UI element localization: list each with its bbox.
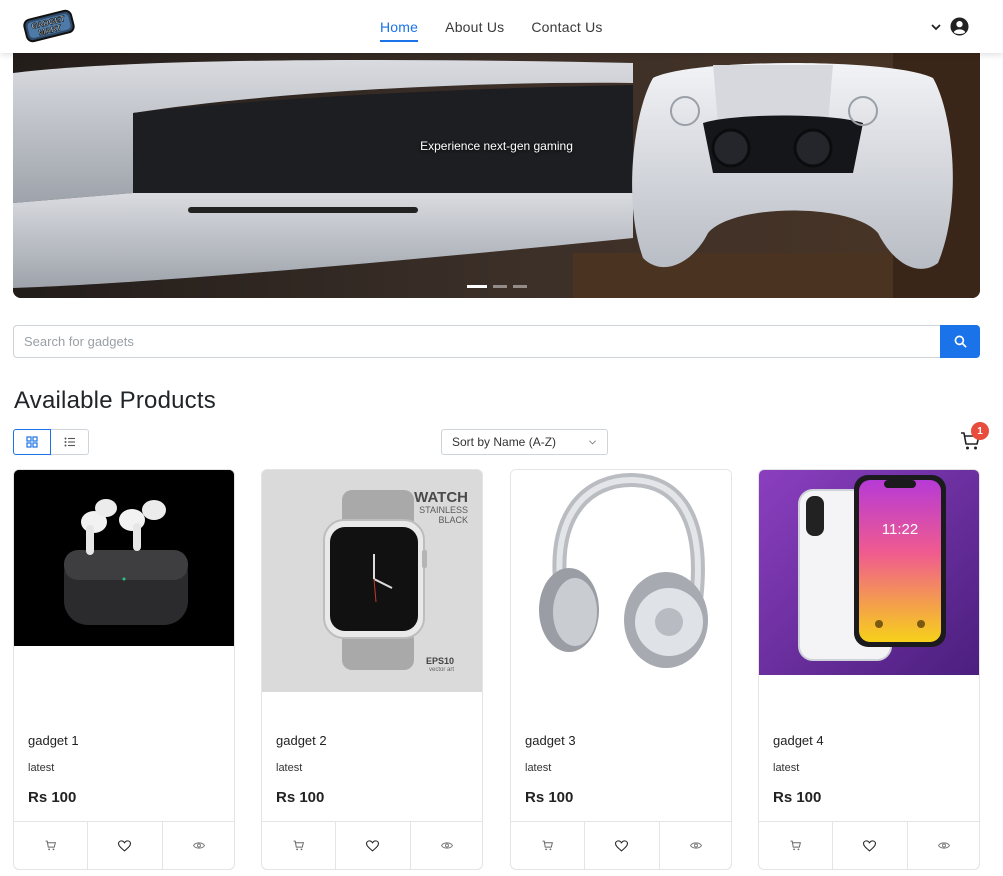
eye-icon bbox=[938, 842, 951, 849]
svg-text:STAINLESS: STAINLESS bbox=[419, 505, 468, 515]
heart-icon bbox=[366, 839, 380, 852]
add-to-cart-button[interactable] bbox=[262, 822, 337, 869]
wishlist-button[interactable] bbox=[585, 822, 660, 869]
product-image[interactable]: WATCH STAINLESS BLACK EPS10 vector art bbox=[262, 470, 482, 692]
carousel-indicators bbox=[467, 285, 527, 288]
nav-contact-link[interactable]: Contact Us bbox=[531, 12, 602, 42]
sort-select[interactable]: Sort by Name (A-Z) bbox=[441, 429, 608, 455]
sort-selected-value: Sort by Name (A-Z) bbox=[452, 435, 557, 449]
carousel-indicator[interactable] bbox=[493, 285, 507, 288]
heart-icon bbox=[118, 839, 132, 852]
page-title: Available Products bbox=[14, 387, 216, 414]
carousel-indicator[interactable] bbox=[467, 285, 487, 288]
product-image[interactable] bbox=[14, 470, 234, 646]
product-card[interactable]: gadget 1 latest Rs 100 bbox=[13, 469, 235, 870]
product-name[interactable]: gadget 1 bbox=[28, 733, 79, 748]
svg-text:11:22: 11:22 bbox=[882, 521, 918, 538]
wishlist-button[interactable] bbox=[88, 822, 163, 869]
product-card[interactable]: WATCH STAINLESS BLACK EPS10 vector art g… bbox=[261, 469, 483, 870]
heart-icon bbox=[863, 839, 877, 852]
product-tag: latest bbox=[28, 762, 55, 774]
product-card[interactable]: 11:22 gadget 4 latest Rs 100 bbox=[758, 469, 980, 870]
list-view-button[interactable] bbox=[51, 429, 89, 455]
product-actions bbox=[759, 821, 979, 869]
product-tag: latest bbox=[276, 762, 303, 774]
product-image[interactable]: 11:22 bbox=[759, 470, 979, 675]
product-tag: latest bbox=[773, 762, 800, 774]
user-menu[interactable] bbox=[930, 17, 969, 36]
svg-text:WATCH: WATCH bbox=[414, 489, 468, 506]
add-to-cart-button[interactable] bbox=[511, 822, 586, 869]
eye-icon bbox=[441, 842, 454, 849]
wishlist-button[interactable] bbox=[336, 822, 411, 869]
chevron-down-icon[interactable] bbox=[930, 21, 942, 33]
add-to-cart-button[interactable] bbox=[759, 822, 834, 869]
list-icon bbox=[64, 437, 75, 447]
view-toggle bbox=[13, 429, 89, 455]
product-price: Rs 100 bbox=[525, 789, 574, 806]
heart-icon bbox=[615, 839, 629, 852]
product-price: Rs 100 bbox=[773, 789, 822, 806]
hero-caption: Experience next-gen gaming bbox=[420, 139, 573, 153]
cart-icon bbox=[293, 840, 304, 851]
svg-text:vector art: vector art bbox=[429, 667, 454, 673]
quick-view-button[interactable] bbox=[660, 822, 731, 869]
quick-view-button[interactable] bbox=[411, 822, 482, 869]
nav-about-link[interactable]: About Us bbox=[445, 12, 504, 42]
grid-icon bbox=[26, 436, 38, 448]
cart-icon bbox=[790, 840, 801, 851]
svg-text:EPS10: EPS10 bbox=[426, 656, 454, 666]
product-price: Rs 100 bbox=[276, 789, 325, 806]
product-name[interactable]: gadget 2 bbox=[276, 733, 327, 748]
product-tag: latest bbox=[525, 762, 552, 774]
search-input[interactable] bbox=[13, 325, 940, 358]
cart-count-badge: 1 bbox=[971, 422, 989, 440]
product-card[interactable]: gadget 3 latest Rs 100 bbox=[510, 469, 732, 870]
eye-icon bbox=[690, 842, 703, 849]
product-name[interactable]: gadget 4 bbox=[773, 733, 824, 748]
eye-icon bbox=[193, 842, 206, 849]
product-actions bbox=[14, 821, 234, 869]
search-bar bbox=[13, 325, 980, 358]
user-circle-icon[interactable] bbox=[950, 17, 969, 36]
hero-image bbox=[13, 53, 980, 298]
brand-logo[interactable]: GADGET MART bbox=[22, 6, 76, 46]
grid-view-button[interactable] bbox=[13, 429, 51, 455]
product-name[interactable]: gadget 3 bbox=[525, 733, 576, 748]
search-button[interactable] bbox=[940, 325, 980, 358]
add-to-cart-button[interactable] bbox=[14, 822, 89, 869]
hero-carousel[interactable]: Experience next-gen gaming bbox=[13, 53, 980, 298]
nav-home-link[interactable]: Home bbox=[380, 12, 419, 42]
product-actions bbox=[262, 821, 482, 869]
nav-links: Home About Us Contact Us bbox=[380, 0, 603, 53]
carousel-indicator[interactable] bbox=[513, 285, 527, 288]
cart-icon bbox=[45, 840, 56, 851]
quick-view-button[interactable] bbox=[908, 822, 979, 869]
navbar: GADGET MART Home About Us Contact Us bbox=[0, 0, 1003, 53]
cart-icon bbox=[542, 840, 553, 851]
search-icon bbox=[954, 335, 967, 348]
wishlist-button[interactable] bbox=[833, 822, 908, 869]
product-image[interactable] bbox=[511, 470, 731, 692]
product-price: Rs 100 bbox=[28, 789, 77, 806]
svg-text:BLACK: BLACK bbox=[438, 515, 468, 525]
product-actions bbox=[511, 821, 731, 869]
chevron-down-icon bbox=[588, 439, 597, 445]
quick-view-button[interactable] bbox=[163, 822, 234, 869]
